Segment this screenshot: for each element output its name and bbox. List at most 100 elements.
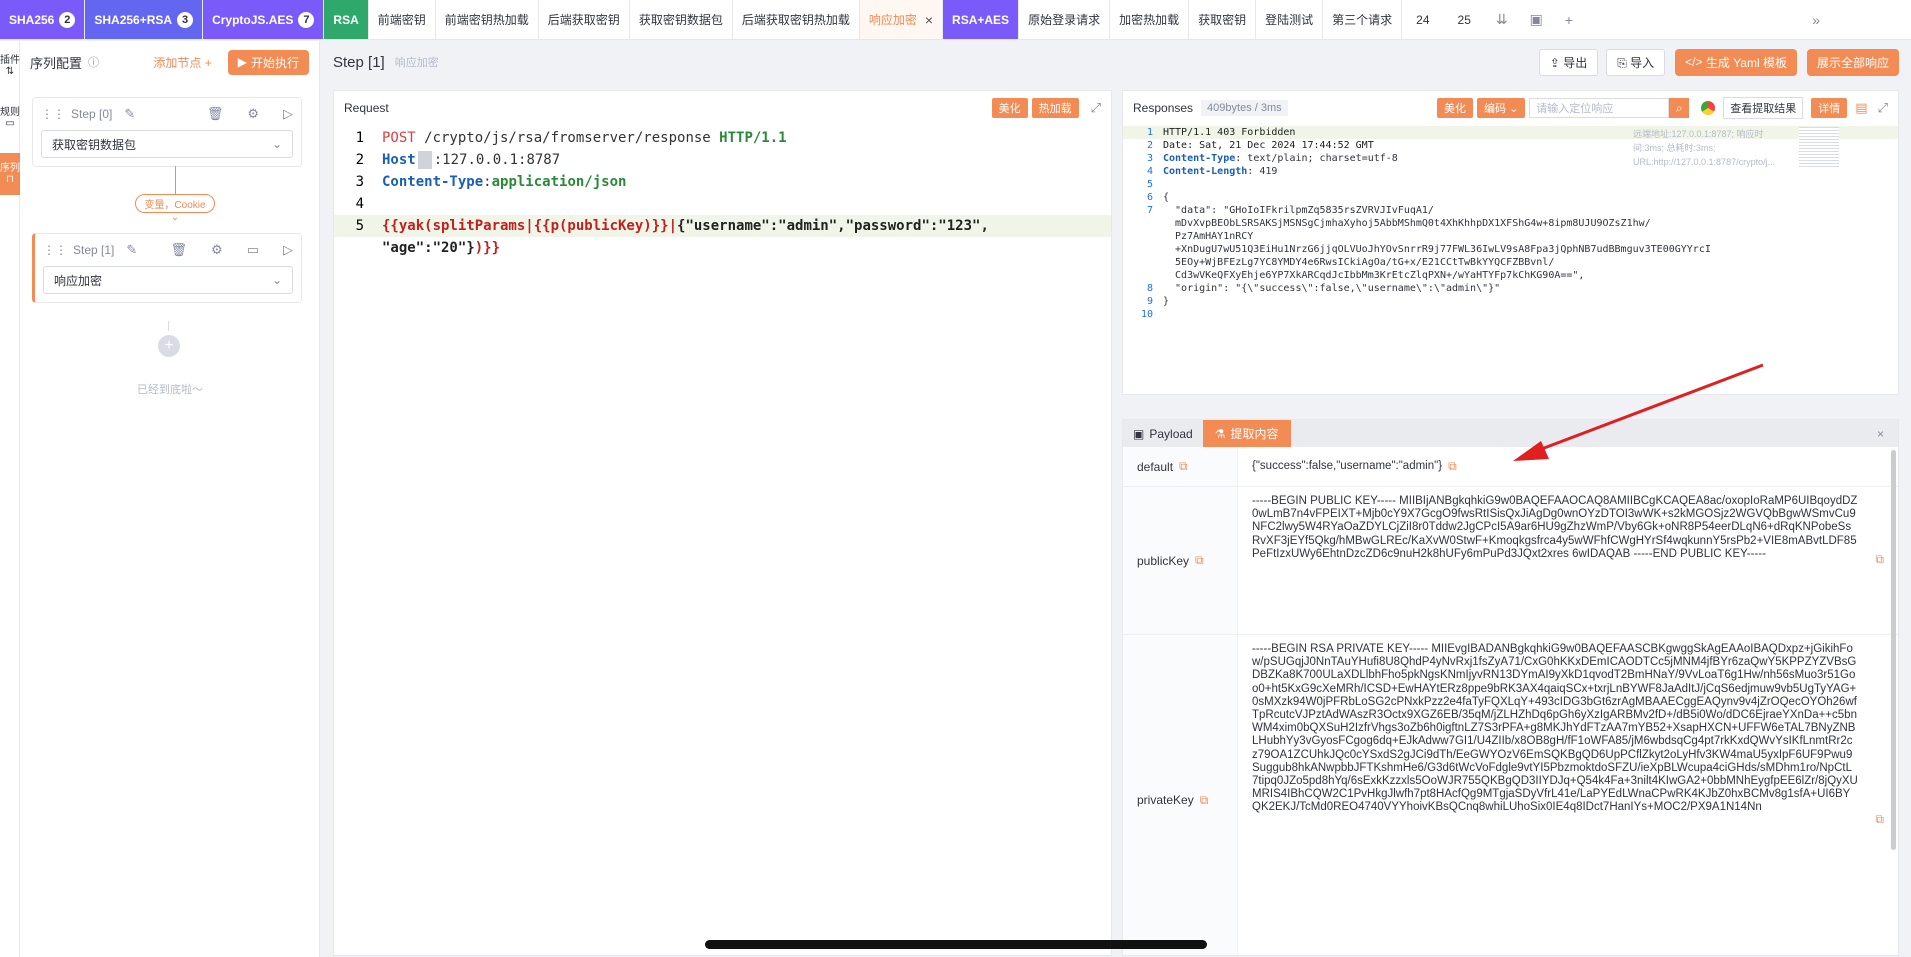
key-label: privateKey — [1137, 793, 1194, 807]
code-line: 9} — [1123, 295, 1898, 308]
header-value: 127.0.0.1:8787 — [442, 152, 561, 168]
code-line: 7 "data": "GHoIoIFkrilpmZq5835rsZVRVJIvF… — [1123, 204, 1898, 217]
tab-payload[interactable]: ▣ Payload — [1123, 420, 1203, 447]
tab-label: 提取内容 — [1230, 427, 1279, 441]
line-number — [1123, 243, 1163, 256]
fullscreen-icon[interactable]: ⤢ — [1091, 100, 1101, 116]
encode-label: 编码 — [1484, 103, 1507, 115]
line-number: 8 — [1146, 283, 1153, 294]
code-line: 6{ — [1123, 191, 1898, 204]
generate-yaml-button[interactable]: </> 生成 Yaml 模板 — [1675, 48, 1797, 76]
http-protocol: HTTP/1.1 — [719, 130, 787, 146]
sequence-strip-item[interactable]: 序列 ⊓ — [0, 153, 20, 195]
hot-load-button[interactable]: 热加载 — [1031, 98, 1079, 118]
tab-rsa-aes[interactable]: RSA+AES — [943, 0, 1020, 39]
minimap[interactable] — [1799, 127, 1839, 167]
drag-handle-icon[interactable]: ⋮⋮ — [41, 107, 65, 121]
copy-icon[interactable]: ⧉ — [1179, 459, 1188, 474]
add-node-button[interactable]: 添加节点 + — [153, 54, 211, 71]
tab-backend-key-hot[interactable]: 后端获取密钥热加载 — [733, 0, 860, 39]
tab-get-key[interactable]: 获取密钥 — [1189, 0, 1257, 39]
locate-response-input[interactable]: 请输入定位响应 — [1529, 98, 1670, 118]
add-tab-icon[interactable]: + — [1554, 0, 1584, 39]
tab-extract-content[interactable]: ⚗ 提取内容 — [1202, 420, 1291, 447]
copy-icon[interactable]: ⧉ — [1200, 793, 1209, 808]
variable-cookie-badge[interactable]: 变量，Cookie — [135, 194, 215, 213]
delete-icon[interactable]: 🗑 — [207, 106, 224, 122]
tab-response-encrypt[interactable]: 响应加密 × — [859, 0, 944, 39]
strip-label: 插件 — [0, 55, 20, 66]
close-icon[interactable]: × — [1863, 420, 1898, 447]
copy-icon[interactable]: ⧉ — [1448, 459, 1457, 473]
drag-handle-icon[interactable]: ⋮⋮ — [43, 243, 67, 257]
tab-original-login[interactable]: 原始登录请求 — [1019, 0, 1111, 39]
request-header: Request 美化 热加载 ⤢ — [334, 91, 1111, 125]
fullscreen-icon[interactable]: ⤢ — [1878, 100, 1888, 116]
tab-cryptojs-aes[interactable]: CryptoJS.AES 7 — [203, 0, 325, 39]
comment-icon[interactable]: ▤ — [1855, 100, 1867, 116]
play-circle-icon[interactable]: ▷ — [283, 242, 293, 258]
scrollbar[interactable] — [1891, 450, 1896, 850]
save-icon[interactable]: ▣ — [1519, 0, 1554, 39]
tab-sha256-rsa[interactable]: SHA256+RSA 3 — [85, 0, 204, 39]
tab-24[interactable]: 24 — [1402, 0, 1443, 39]
extract-key: publicKey ⧉ — [1123, 487, 1238, 634]
tab-25[interactable]: 25 — [1444, 0, 1485, 39]
tab-label: RSA+AES — [952, 12, 1010, 27]
copy-icon[interactable]: ⧉ — [1195, 553, 1204, 568]
share-icon: ⇪ — [1549, 55, 1564, 70]
add-step-icon[interactable]: + — [158, 335, 180, 357]
beautify-button[interactable]: 美化 — [1437, 98, 1474, 118]
copy-icon[interactable]: ⧉ — [1875, 812, 1884, 826]
edit-icon[interactable]: ✎ — [124, 106, 135, 122]
search-icon[interactable]: ⌕ — [1669, 98, 1690, 118]
tab-backend-key[interactable]: 后端获取密钥 — [539, 0, 630, 39]
delete-icon[interactable]: 🗑 — [171, 242, 188, 258]
tab-frontend-key[interactable]: 前端密钥 — [369, 0, 436, 39]
tab-login-test[interactable]: 登陆测试 — [1256, 0, 1324, 39]
sliders-icon: ⇅ — [5, 66, 15, 77]
tab-frontend-key-hot[interactable]: 前端密钥热加载 — [436, 0, 539, 39]
run-button[interactable]: ▶ 开始执行 — [227, 49, 309, 75]
response-text: text/plain; charset=utf-8 — [1241, 153, 1398, 164]
tab-encrypt-hot[interactable]: 加密热加载 — [1110, 0, 1190, 39]
tab-label: 响应加密 — [868, 13, 917, 27]
response-text: "data": "GHoIoIFkrilpmZq5835rsZVRVJIvFuq… — [1163, 205, 1434, 216]
export-button[interactable]: ⇪ 导出 — [1538, 48, 1599, 76]
toggle-icon[interactable]: ▭ — [247, 242, 259, 258]
copy-icon[interactable]: ⧉ — [1875, 552, 1884, 566]
rules-strip-item[interactable]: 规则 ▭ — [0, 101, 20, 135]
request-body: "age":"20"} — [382, 240, 475, 256]
encode-dropdown[interactable]: 编码 ⌄ — [1477, 98, 1526, 118]
value-text: -----BEGIN RSA PRIVATE KEY----- MIIEvgIB… — [1252, 643, 1858, 814]
horizontal-scrollbar[interactable] — [705, 940, 1207, 949]
edit-icon[interactable]: ✎ — [126, 242, 137, 258]
sort-icon[interactable]: ⇊ — [1485, 0, 1519, 39]
plugin-strip-item[interactable]: 插件 ⇅ — [0, 49, 20, 83]
beautify-button[interactable]: 美化 — [991, 98, 1028, 118]
step-request-select[interactable]: 响应加密 ⌄ — [43, 266, 293, 294]
tab-rsa[interactable]: RSA — [324, 0, 369, 39]
line-number: 9 — [1146, 296, 1153, 307]
details-button[interactable]: 详情 — [1811, 98, 1848, 118]
tab-third-request[interactable]: 第三个请求 — [1323, 0, 1403, 39]
play-circle-icon[interactable]: ▷ — [283, 106, 293, 122]
settings-icon[interactable]: ⚙ — [247, 106, 259, 122]
key-label: default — [1137, 459, 1174, 474]
view-extract-result-button[interactable]: 查看提取结果 — [1723, 97, 1804, 119]
tab-key-packet[interactable]: 获取密钥数据包 — [630, 0, 733, 39]
settings-icon[interactable]: ⚙ — [211, 242, 223, 258]
close-icon[interactable]: × — [925, 12, 933, 28]
code-line: Pz7AmHAY1nRCY — [1123, 230, 1898, 243]
more-tabs-icon[interactable]: » — [1801, 0, 1831, 39]
show-all-responses-button[interactable]: 展示全部响应 — [1806, 48, 1899, 76]
line-number: 3 — [355, 174, 364, 190]
chrome-icon[interactable] — [1701, 101, 1716, 115]
import-button[interactable]: ⎘ 导入 — [1606, 48, 1666, 76]
help-icon[interactable]: ⓘ — [88, 54, 99, 70]
step-request-select[interactable]: 获取密钥数据包 ⌄ — [41, 130, 293, 158]
tab-sha256[interactable]: SHA256 2 — [0, 0, 86, 39]
step-header: Step [1] 响应加密 ⇪ 导出 ⎘ 导入 </> 生成 Yaml 模板 展… — [321, 41, 1911, 83]
request-editor[interactable]: 1 POST /crypto/js/rsa/fromserver/response… — [334, 125, 1111, 259]
export-label: 导出 — [1563, 55, 1588, 70]
